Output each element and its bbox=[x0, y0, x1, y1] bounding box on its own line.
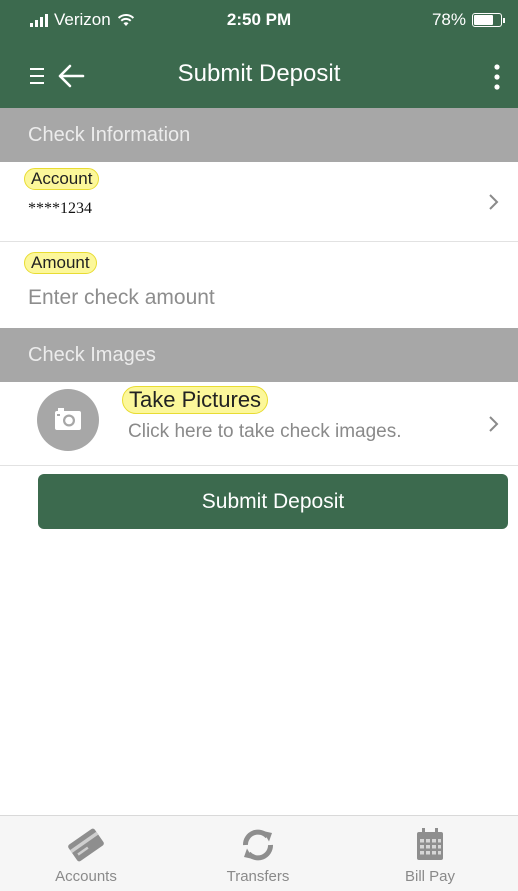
page-title: Submit Deposit bbox=[177, 60, 341, 87]
camera-circle bbox=[37, 389, 99, 451]
tab-bar: Accounts Transfers Bill Pay bbox=[0, 815, 518, 891]
chevron-right-icon bbox=[489, 194, 499, 210]
amount-label-wrap: Amount bbox=[24, 252, 97, 274]
transfers-refresh-icon bbox=[243, 829, 273, 861]
account-label-wrap: Account bbox=[24, 168, 100, 190]
tab-label-bill-pay: Bill Pay bbox=[404, 868, 456, 885]
status-bar: Verizon 2:50 PM 78% bbox=[0, 0, 518, 46]
tab-label-accounts: Accounts bbox=[55, 868, 117, 885]
take-pictures-title-wrap: Take Pictures bbox=[122, 386, 269, 414]
account-label: Account bbox=[24, 168, 100, 190]
submit-deposit-button[interactable]: Submit Deposit bbox=[38, 474, 508, 529]
bill-pay-calendar-icon bbox=[417, 828, 443, 860]
tab-transfers[interactable]: Transfers bbox=[172, 816, 344, 891]
section-header-check-images: Check Images bbox=[0, 328, 518, 382]
nav-bar: Submit Deposit bbox=[0, 46, 518, 108]
take-pictures-subtitle: Click here to take check images. bbox=[128, 421, 402, 442]
tab-label-transfers: Transfers bbox=[226, 868, 290, 885]
accounts-card-icon bbox=[68, 828, 104, 862]
tab-bill-pay[interactable]: Bill Pay bbox=[344, 816, 516, 891]
account-value: ****1234 bbox=[28, 200, 92, 217]
section-header-check-information: Check Information bbox=[0, 108, 518, 162]
amount-row: Amount bbox=[0, 242, 518, 328]
amount-label: Amount bbox=[24, 252, 97, 274]
camera-icon bbox=[55, 408, 81, 430]
take-pictures-row[interactable]: Take Pictures Click here to take check i… bbox=[0, 382, 518, 466]
more-vert-icon[interactable] bbox=[490, 62, 504, 92]
account-row[interactable]: Account ****1234 bbox=[0, 162, 518, 242]
tab-accounts[interactable]: Accounts bbox=[0, 816, 172, 891]
take-pictures-title: Take Pictures bbox=[122, 386, 269, 414]
battery-percent: 78% bbox=[431, 10, 466, 29]
chevron-right-icon bbox=[489, 416, 499, 432]
amount-input[interactable] bbox=[28, 286, 468, 310]
battery-area: 78% bbox=[431, 10, 505, 30]
battery-icon bbox=[472, 13, 505, 27]
